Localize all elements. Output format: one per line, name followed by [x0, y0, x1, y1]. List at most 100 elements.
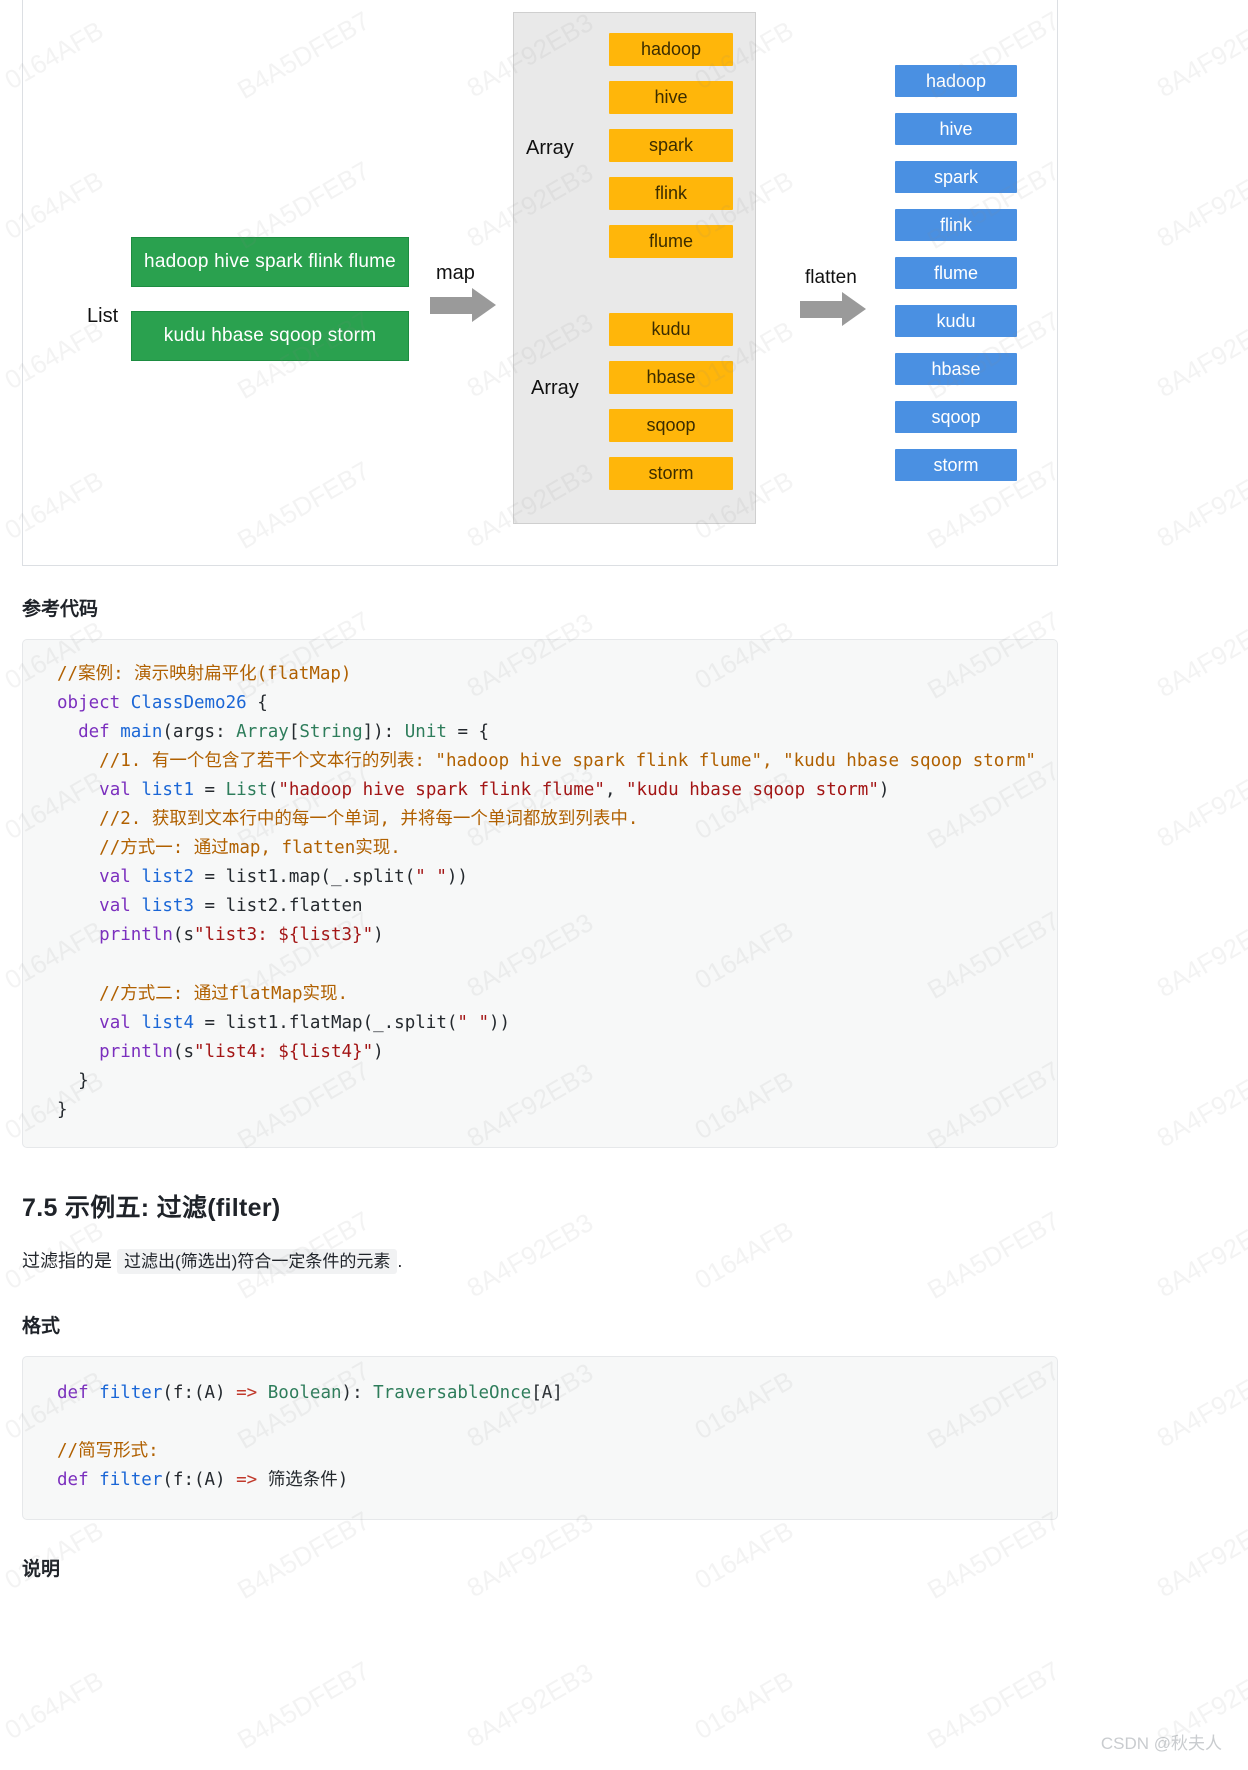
code-token: def: [57, 1382, 100, 1403]
code-token: = list1.flatMap(_.split(: [194, 1012, 458, 1033]
code-token: Unit: [404, 722, 447, 743]
code-token: (f:(A): [162, 1382, 237, 1403]
page-watermark: 8A4F92EB3: [461, 1657, 599, 1754]
page-watermark: 8A4F92EB3: [1151, 1057, 1248, 1154]
source-line-1: hadoop hive spark flink flume: [131, 237, 409, 287]
code-token: list1: [141, 780, 194, 801]
code-token: val: [99, 780, 142, 801]
code-token: println: [99, 925, 173, 946]
code-token: {: [246, 693, 268, 714]
code-line: //2. 获取到文本行中的每一个单词, 并将每一个单词都放到列表中.: [57, 805, 1057, 834]
page-watermark: 8A4F92EB3: [1151, 607, 1248, 704]
result-item: hbase: [895, 353, 1017, 385]
map-arrow-icon: [430, 288, 496, 322]
flatten-arrow-icon: [800, 292, 866, 326]
source-line-2: kudu hbase sqoop storm: [131, 311, 409, 361]
code-token: }: [57, 1099, 68, 1120]
code-token: "list4: ${list4}": [194, 1041, 374, 1062]
filter-desc-before: 过滤指的是: [22, 1250, 112, 1271]
page-watermark: B4A5DFEB7: [232, 1655, 375, 1755]
code-token: ]):: [362, 722, 405, 743]
code-token: (args:: [162, 722, 237, 743]
reference-code-heading: 参考代码: [22, 599, 99, 620]
code-line: val list1 = List("hadoop hive spark flin…: [57, 776, 1057, 805]
code-line: }: [57, 1067, 1057, 1096]
code-line: def filter(f:(A) => 筛选条件): [57, 1466, 1057, 1495]
result-item: storm: [895, 449, 1017, 481]
code-token: println: [99, 1041, 173, 1062]
array-item: sqoop: [609, 409, 733, 442]
result-item: flume: [895, 257, 1017, 289]
code-token: List: [225, 780, 268, 801]
code-token: list4: [141, 1012, 194, 1033]
code-token: )): [489, 1012, 511, 1033]
code-line: println(s"list3: ${list3}"): [57, 921, 1057, 950]
code-token: //方式一: 通过map, flatten实现.: [57, 838, 401, 859]
array-item: hive: [609, 81, 733, 114]
reference-code-block: //案例: 演示映射扁平化(flatMap) object ClassDemo26…: [22, 639, 1058, 1148]
array-label-top: Array: [526, 137, 574, 159]
code-token: ): [373, 1041, 384, 1062]
code-line: def filter(f:(A) => Boolean): Traversabl…: [57, 1379, 1057, 1408]
code-line: //方式二: 通过flatMap实现.: [57, 980, 1057, 1009]
code-token: (s: [172, 925, 194, 946]
code-token: object: [57, 693, 131, 714]
code-token: [: [288, 722, 300, 743]
diagram-canvas: List hadoop hive spark flink flume kudu …: [23, 0, 1057, 565]
code-line: //案例: 演示映射扁平化(flatMap): [57, 660, 1057, 689]
code-line: }: [57, 1096, 1057, 1125]
page-watermark: 8A4F92EB3: [1151, 457, 1248, 554]
result-item: hadoop: [895, 65, 1017, 97]
filter-signature-code-block: def filter(f:(A) => Boolean): Traversabl…: [22, 1355, 1058, 1520]
code-token: main: [120, 722, 163, 743]
result-item: flink: [895, 209, 1017, 241]
code-line: //方式一: 通过map, flatten实现.: [57, 834, 1057, 863]
code-token: val: [99, 1012, 142, 1033]
code-token: val: [99, 867, 142, 888]
flatmap-diagram-card: List hadoop hive spark flink flume kudu …: [22, 0, 1058, 566]
code-token: (: [267, 780, 279, 801]
code-token: //方式二: 通过flatMap实现.: [57, 983, 349, 1004]
page-watermark: 8A4F92EB3: [1151, 907, 1248, 1004]
code-token: " ": [457, 1012, 490, 1033]
code-token: =>: [236, 1469, 258, 1490]
code-token: list2: [141, 867, 194, 888]
explain-heading: 说明: [22, 1558, 61, 1580]
code-line: val list3 = list2.flatten: [57, 892, 1057, 921]
code-token: list3: [141, 896, 194, 917]
result-item: sqoop: [895, 401, 1017, 433]
code-token: =>: [236, 1382, 258, 1403]
array-item: flume: [609, 225, 733, 258]
code-token: filter: [99, 1469, 163, 1490]
code-line: //1. 有一个包含了若干个文本行的列表: "hadoop hive spark…: [57, 747, 1057, 776]
code-token: filter: [99, 1382, 163, 1403]
code-token: Boolean: [267, 1382, 342, 1403]
code-line: //简写形式:: [57, 1437, 1057, 1466]
code-token: = list2.flatten: [194, 896, 363, 917]
result-item: hive: [895, 113, 1017, 145]
code-token: TraversableOnce: [373, 1382, 532, 1403]
code-token: (s: [172, 1041, 194, 1062]
code-line: val list2 = list1.map(_.split(" ")): [57, 863, 1057, 892]
csdn-watermark: CSDN @秋夫人: [1100, 1734, 1222, 1753]
array-label-bottom: Array: [531, 377, 579, 399]
array-item: kudu: [609, 313, 733, 346]
page-watermark: 0164AFB: [0, 1664, 109, 1746]
page-watermark: 0164AFB: [689, 1664, 799, 1746]
page-watermark: B4A5DFEB7: [922, 1655, 1065, 1755]
result-item: spark: [895, 161, 1017, 193]
code-token: 筛选条件): [257, 1469, 349, 1490]
page-watermark: 8A4F92EB3: [1151, 157, 1248, 254]
code-token: = list1.map(_.split(: [194, 867, 416, 888]
flatten-label: flatten: [805, 267, 857, 288]
page-watermark: 8A4F92EB3: [1151, 1357, 1248, 1454]
page-watermark: 8A4F92EB3: [1151, 307, 1248, 404]
code-token: ): [373, 925, 384, 946]
code-token: ,: [604, 780, 627, 801]
